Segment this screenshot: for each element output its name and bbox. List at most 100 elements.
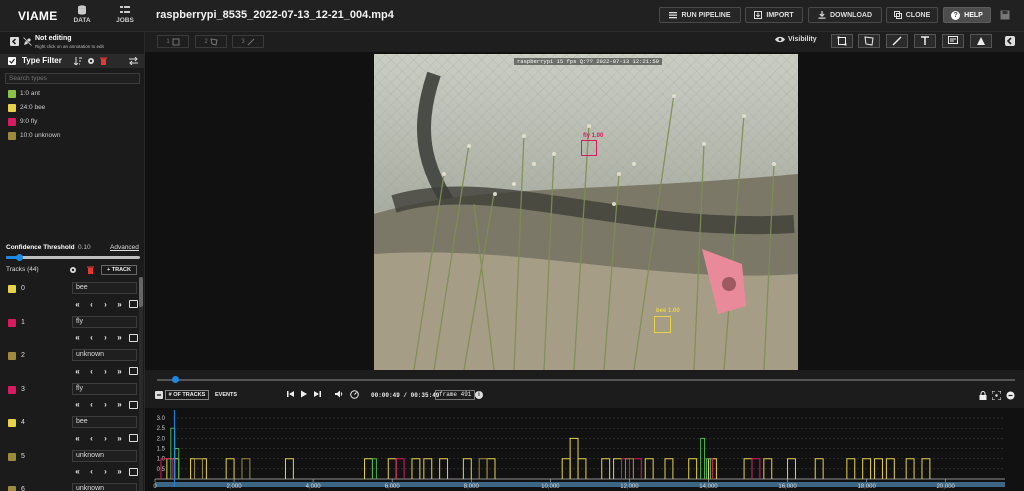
track-row[interactable]: 0 bee « ‹ › » (0, 280, 139, 313)
last-frame-button[interactable]: » (115, 333, 124, 342)
last-frame-button[interactable]: » (115, 400, 124, 409)
skip-next-icon[interactable] (313, 390, 321, 398)
next-frame-button[interactable]: › (101, 400, 110, 409)
annotation-box-fly[interactable] (581, 140, 597, 156)
edit-polygon-button[interactable]: 2 (195, 35, 227, 48)
track-checkbox[interactable] (8, 285, 16, 293)
nav-jobs-button[interactable]: JOBS (107, 4, 143, 28)
zoom-out-icon[interactable] (1006, 391, 1015, 400)
track-checkbox[interactable] (8, 452, 16, 461)
frame-display[interactable]: frame 491 (435, 390, 476, 400)
next-frame-button[interactable]: › (101, 333, 110, 342)
save-icon[interactable] (1000, 10, 1010, 20)
delete-icon[interactable] (87, 266, 94, 274)
track-row[interactable]: 6unknown«‹›» (0, 481, 139, 491)
last-frame-button[interactable]: » (115, 367, 124, 376)
track-checkbox[interactable] (8, 318, 16, 327)
import-button[interactable]: IMPORT (745, 7, 803, 23)
track-type-select[interactable]: bee (72, 416, 137, 428)
track-row[interactable]: 1 fly « ‹ › » (0, 314, 139, 347)
track-checkbox[interactable] (8, 419, 16, 427)
vis-head-button[interactable] (970, 34, 992, 48)
edit-track-icon[interactable] (129, 400, 138, 409)
first-frame-button[interactable]: « (73, 434, 82, 443)
edit-rect-button[interactable]: 1 (157, 35, 189, 48)
help-button[interactable]: ? HELP (943, 7, 991, 23)
track-row[interactable]: 4 bee « ‹ › » (0, 414, 139, 447)
track-row[interactable]: 5 unknown « ‹ › » (0, 448, 139, 481)
type-item-bee[interactable]: 24:0 bee (0, 102, 145, 114)
sort-icon[interactable] (74, 57, 82, 65)
track-row[interactable]: 2 unknown « ‹ › » (0, 347, 139, 380)
next-frame-button[interactable]: › (101, 367, 110, 376)
visibility-toggle[interactable]: Visibility (775, 36, 817, 43)
info-icon[interactable]: i (475, 391, 483, 399)
first-frame-button[interactable]: « (73, 300, 82, 309)
track-row[interactable]: 3 fly « ‹ › » (0, 381, 139, 414)
chart-toggle-checkbox[interactable] (155, 391, 163, 399)
scrollbar-thumb[interactable] (139, 277, 143, 307)
prev-frame-button[interactable]: ‹ (87, 434, 96, 443)
prev-frame-button[interactable]: ‹ (87, 333, 96, 342)
speed-icon[interactable] (350, 390, 359, 399)
type-checkbox[interactable] (8, 132, 16, 140)
run-pipeline-button[interactable]: RUN PIPELINE (659, 7, 741, 23)
confidence-slider[interactable] (6, 254, 140, 261)
play-icon[interactable] (300, 390, 308, 398)
last-frame-button[interactable]: » (115, 434, 124, 443)
timeline-slider[interactable] (157, 376, 1015, 383)
detection-chart[interactable]: 3.0 2.5 2.0 1.5 1.0 0.5 0 2,000 4,000 6,000 8,000 1… (145, 408, 1024, 491)
edit-track-icon[interactable] (129, 300, 138, 308)
clone-button[interactable]: CLONE (886, 7, 938, 23)
next-frame-button[interactable]: › (101, 300, 110, 309)
vis-tooltip-button[interactable] (942, 34, 964, 48)
next-frame-button[interactable]: › (101, 467, 110, 476)
type-search-input[interactable] (5, 73, 140, 84)
prev-frame-button[interactable]: ‹ (87, 300, 96, 309)
track-type-select[interactable]: unknown (72, 483, 137, 491)
vis-rect-button[interactable] (831, 34, 853, 48)
fit-screen-icon[interactable] (992, 391, 1001, 400)
tab-number-of-tracks[interactable]: # OF TRACKS (165, 390, 209, 400)
prev-frame-button[interactable]: ‹ (87, 400, 96, 409)
skip-previous-icon[interactable] (287, 390, 295, 398)
annotation-box-bee[interactable] (654, 316, 671, 333)
annotation-viewer[interactable]: raspberrypi 15 fps Q:?? 2022-07-13 12:21… (145, 52, 1024, 370)
download-button[interactable]: DOWNLOAD (808, 7, 882, 23)
last-frame-button[interactable]: » (115, 300, 124, 309)
type-filter-checkbox[interactable] (8, 57, 16, 65)
tab-events[interactable]: EVENTS (213, 390, 239, 400)
volume-icon[interactable] (335, 390, 344, 398)
track-type-select[interactable]: unknown (72, 349, 137, 361)
edit-track-icon[interactable] (129, 333, 138, 342)
track-checkbox[interactable] (8, 486, 16, 491)
type-checkbox[interactable] (8, 118, 16, 126)
edit-track-icon[interactable] (129, 467, 138, 476)
app-brand[interactable]: VIAME (18, 9, 58, 23)
collapse-left-button[interactable] (10, 37, 19, 46)
nav-data-button[interactable]: DATA (64, 4, 100, 28)
track-type-select[interactable]: fly (72, 382, 137, 395)
type-checkbox[interactable] (8, 90, 16, 98)
swap-icon[interactable] (129, 57, 138, 65)
collapse-right-button[interactable] (1005, 36, 1015, 46)
type-item-ant[interactable]: 1:0 ant (0, 88, 145, 100)
confidence-slider-handle[interactable] (15, 254, 23, 261)
vis-line-button[interactable] (886, 34, 908, 48)
type-item-fly[interactable]: 9:0 fly (0, 116, 145, 128)
track-checkbox[interactable] (8, 385, 16, 394)
advanced-link[interactable]: Advanced (110, 244, 139, 251)
first-frame-button[interactable]: « (73, 400, 82, 409)
edit-track-icon[interactable] (129, 367, 138, 375)
track-checkbox[interactable] (8, 352, 16, 360)
edit-track-icon[interactable] (129, 434, 138, 442)
last-frame-button[interactable]: » (115, 467, 124, 476)
type-checkbox[interactable] (8, 104, 16, 112)
gear-icon[interactable] (87, 57, 95, 65)
first-frame-button[interactable]: « (73, 367, 82, 376)
edit-line-button[interactable]: 3 (232, 35, 264, 48)
next-frame-button[interactable]: › (101, 434, 110, 443)
add-track-button[interactable]: + TRACK (101, 265, 137, 275)
track-type-select[interactable]: fly (72, 315, 137, 328)
vis-polygon-button[interactable] (858, 34, 880, 48)
